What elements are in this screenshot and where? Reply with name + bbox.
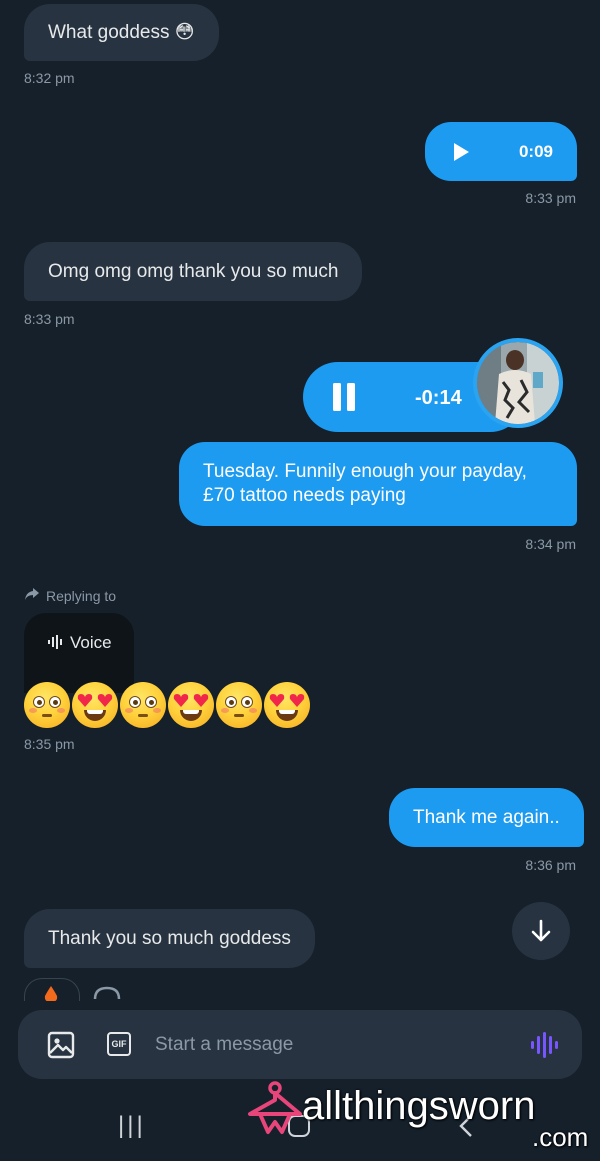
pause-icon[interactable] — [331, 383, 357, 418]
message-timestamp: 8:34 pm — [525, 536, 576, 552]
incoming-message[interactable]: Omg omg omg thank you so much — [24, 242, 363, 301]
reply-arrow-icon — [24, 587, 40, 604]
watermark-brand: allthingsworn — [302, 1084, 536, 1128]
quoted-voice-message[interactable]: Voice — [24, 613, 134, 693]
arrow-down-icon — [531, 919, 551, 942]
message-text: Thank you so much goddess — [48, 928, 291, 949]
voice-wave-icon — [48, 635, 64, 654]
message-text: Omg omg omg thank you so much — [48, 261, 339, 282]
voice-record-icon[interactable] — [530, 1032, 558, 1063]
quoted-label: Voice — [70, 633, 112, 652]
hanger-icon — [246, 1080, 304, 1145]
play-icon[interactable] — [450, 141, 472, 170]
message-timestamp: 8:32 pm — [24, 70, 75, 86]
heart-eyes-emoji — [264, 682, 310, 728]
message-text: Tuesday. Funnily enough your payday, £70… — [203, 461, 527, 506]
heart-eyes-emoji — [72, 682, 118, 728]
emoji-message[interactable] — [24, 682, 312, 733]
message-text: What goddess 😳 — [48, 22, 195, 43]
replying-label: Replying to — [46, 587, 117, 604]
heart-eyes-emoji — [168, 682, 214, 728]
incoming-message[interactable]: Thank you so much goddess — [24, 909, 315, 968]
message-text: Thank me again.. — [413, 807, 560, 828]
watermark: allthingsworn .com — [242, 1078, 592, 1156]
message-timestamp: 8:36 pm — [525, 857, 576, 873]
fire-icon — [44, 986, 58, 1001]
watermark-suffix: .com — [532, 1122, 589, 1152]
outgoing-message[interactable]: Tuesday. Funnily enough your payday, £70… — [179, 442, 577, 526]
recents-button[interactable]: ||| — [118, 1112, 146, 1140]
voice-duration: 0:09 — [518, 142, 553, 161]
incoming-message[interactable]: What goddess 😳 — [24, 4, 219, 61]
sender-avatar[interactable] — [473, 338, 563, 428]
message-composer: GIF Start a message — [18, 1010, 582, 1079]
outgoing-message[interactable]: Thank me again.. — [389, 788, 584, 847]
image-icon[interactable] — [47, 1031, 75, 1064]
message-timestamp: 8:33 pm — [24, 311, 75, 327]
flushed-emoji — [24, 682, 70, 728]
voice-remaining: -0:14 — [415, 387, 462, 409]
gif-icon[interactable]: GIF — [107, 1032, 131, 1056]
message-timestamp: 8:35 pm — [24, 736, 75, 752]
replying-to-indicator: Replying to — [24, 587, 116, 604]
flushed-emoji — [120, 682, 166, 728]
reaction-chip[interactable] — [24, 978, 80, 1001]
message-timestamp: 8:33 pm — [525, 190, 576, 206]
scroll-to-bottom-button[interactable] — [512, 902, 570, 960]
flushed-emoji — [216, 682, 262, 728]
message-input[interactable]: Start a message — [155, 1034, 293, 1056]
add-reaction-icon[interactable] — [92, 985, 122, 999]
gif-label: GIF — [111, 1039, 127, 1049]
voice-message[interactable]: 0:09 — [425, 122, 577, 181]
